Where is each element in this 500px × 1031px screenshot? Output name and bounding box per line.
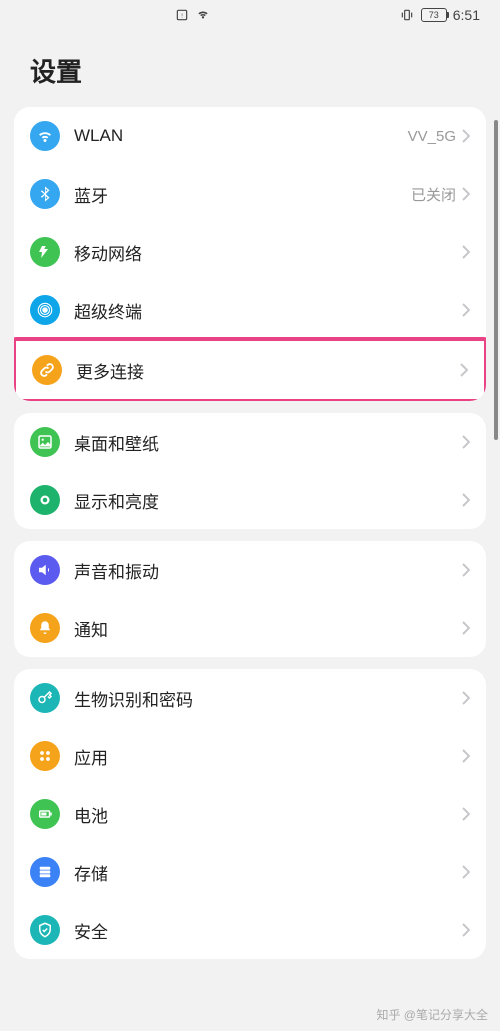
vibrate-icon <box>399 8 415 22</box>
battery-icon <box>30 799 60 829</box>
row-label: 显示和亮度 <box>74 488 462 513</box>
chevron-right-icon <box>462 749 470 763</box>
brightness-icon <box>30 485 60 515</box>
chevron-right-icon <box>462 493 470 507</box>
scroll-indicator[interactable] <box>494 120 498 440</box>
row-label: 蓝牙 <box>74 182 411 207</box>
row-security[interactable]: 安全 <box>14 901 486 959</box>
row-label: 电池 <box>74 802 462 827</box>
row-more-connections[interactable]: 更多连接 <box>14 337 486 401</box>
row-label: 移动网络 <box>74 240 462 265</box>
sim-icon: ! <box>175 8 189 22</box>
status-bar: ! 73 6:51 <box>0 0 500 30</box>
row-label: WLAN <box>74 126 408 146</box>
wifi-icon <box>30 121 60 151</box>
sound-icon <box>30 555 60 585</box>
group-sound: 声音和振动 通知 <box>14 541 486 657</box>
row-bluetooth[interactable]: 蓝牙 已关闭 <box>14 165 486 223</box>
chevron-right-icon <box>462 187 470 201</box>
mobile-network-icon <box>30 237 60 267</box>
chevron-right-icon <box>462 621 470 635</box>
chevron-right-icon <box>462 435 470 449</box>
row-label: 通知 <box>74 616 462 641</box>
group-display: 桌面和壁纸 显示和亮度 <box>14 413 486 529</box>
status-right: 73 6:51 <box>399 7 480 23</box>
row-notifications[interactable]: 通知 <box>14 599 486 657</box>
row-label: 应用 <box>74 744 462 769</box>
row-super-device[interactable]: 超级终端 <box>14 281 486 339</box>
row-display-brightness[interactable]: 显示和亮度 <box>14 471 486 529</box>
shield-icon <box>30 915 60 945</box>
row-mobile-network[interactable]: 移动网络 <box>14 223 486 281</box>
wallpaper-icon <box>30 427 60 457</box>
chevron-right-icon <box>460 363 468 377</box>
link-icon <box>32 355 62 385</box>
chevron-right-icon <box>462 923 470 937</box>
row-value: VV_5G <box>408 128 456 145</box>
status-left: ! <box>175 8 211 22</box>
super-device-icon <box>30 295 60 325</box>
group-connectivity: WLAN VV_5G 蓝牙 已关闭 移动网络 超级终端 更多连接 <box>14 107 486 401</box>
chevron-right-icon <box>462 129 470 143</box>
row-wlan[interactable]: WLAN VV_5G <box>14 107 486 165</box>
clock: 6:51 <box>453 7 480 23</box>
row-label: 安全 <box>74 918 462 943</box>
row-storage[interactable]: 存储 <box>14 843 486 901</box>
bell-icon <box>30 613 60 643</box>
wifi-status-icon <box>195 8 211 22</box>
bluetooth-icon <box>30 179 60 209</box>
row-label: 更多连接 <box>76 358 460 383</box>
chevron-right-icon <box>462 563 470 577</box>
row-value: 已关闭 <box>411 184 456 205</box>
svg-text:!: ! <box>181 13 183 19</box>
row-label: 生物识别和密码 <box>74 686 462 711</box>
row-sound-vibration[interactable]: 声音和振动 <box>14 541 486 599</box>
row-biometrics-password[interactable]: 生物识别和密码 <box>14 669 486 727</box>
row-wallpaper[interactable]: 桌面和壁纸 <box>14 413 486 471</box>
chevron-right-icon <box>462 865 470 879</box>
page-title: 设置 <box>0 30 500 107</box>
key-icon <box>30 683 60 713</box>
row-label: 存储 <box>74 860 462 885</box>
chevron-right-icon <box>462 303 470 317</box>
row-label: 超级终端 <box>74 298 462 323</box>
group-system: 生物识别和密码 应用 电池 存储 安全 <box>14 669 486 959</box>
storage-icon <box>30 857 60 887</box>
row-battery[interactable]: 电池 <box>14 785 486 843</box>
chevron-right-icon <box>462 691 470 705</box>
apps-icon <box>30 741 60 771</box>
chevron-right-icon <box>462 245 470 259</box>
battery-indicator: 73 <box>421 8 447 22</box>
watermark: 知乎 @笔记分享大全 <box>376 1006 488 1023</box>
row-label: 桌面和壁纸 <box>74 430 462 455</box>
row-apps[interactable]: 应用 <box>14 727 486 785</box>
chevron-right-icon <box>462 807 470 821</box>
row-label: 声音和振动 <box>74 558 462 583</box>
